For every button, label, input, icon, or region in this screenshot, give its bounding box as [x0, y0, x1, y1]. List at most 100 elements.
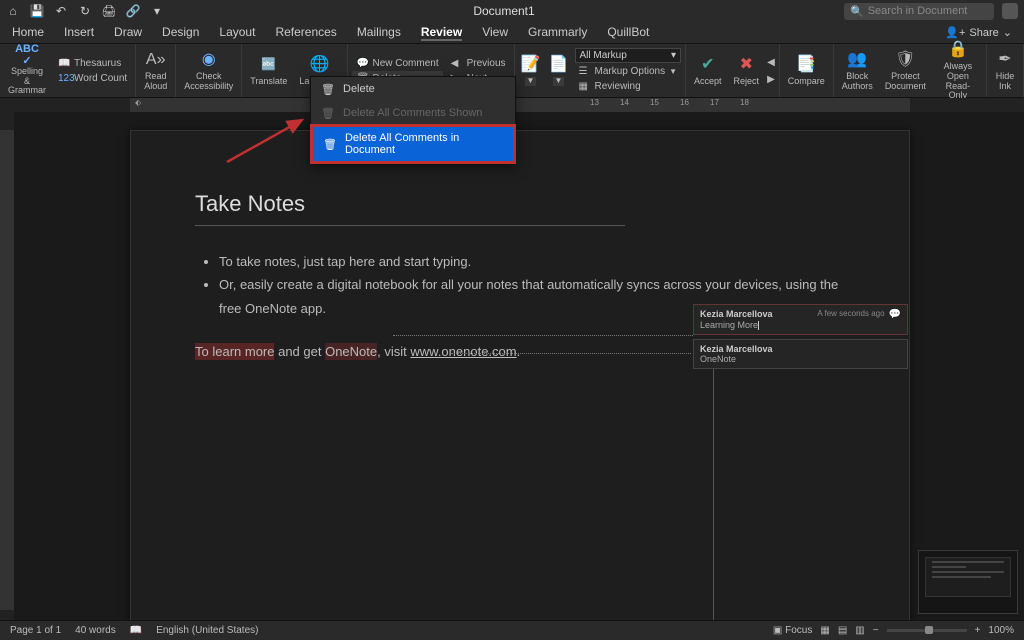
tab-review[interactable]: Review	[421, 25, 462, 41]
next-change-icon[interactable]: ▶	[767, 74, 775, 85]
comment-time: A few seconds ago	[817, 309, 884, 318]
reject-button[interactable]: ✖Reject	[730, 53, 764, 89]
previous-comment-button[interactable]: ◀Previous	[447, 56, 510, 70]
zoom-in-button[interactable]: +	[975, 625, 981, 636]
reject-icon: ✖	[736, 55, 756, 75]
read-aloud-button[interactable]: A»Read Aloud	[140, 48, 171, 94]
search-placeholder: Search in Document	[868, 5, 968, 17]
new-comment-icon: 💬	[356, 57, 368, 69]
vertical-ruler	[0, 112, 14, 620]
print-icon[interactable]: 🖨	[102, 4, 116, 18]
redo-icon[interactable]: ↻	[78, 4, 92, 18]
document-page[interactable]: Take Notes To take notes, just tap here …	[130, 130, 910, 620]
delete-all-in-document-menu-item[interactable]: 🗑 Delete All Comments in Document	[311, 125, 515, 163]
language-icon: 🌐	[309, 55, 329, 75]
hide-ink-button[interactable]: ✒Hide Ink	[991, 48, 1019, 94]
wordcount-icon: 123	[58, 72, 70, 84]
bullet-item: To take notes, just tap here and start t…	[219, 250, 845, 273]
translate-button[interactable]: 🔤Translate	[246, 53, 291, 89]
navigation-thumbnail[interactable]	[918, 550, 1018, 614]
translate-icon: 🔤	[259, 55, 279, 75]
delete-dropdown-menu: 🗑 Delete 🗑 Delete All Comments Shown 🗑 D…	[310, 76, 516, 164]
thesaurus-button[interactable]: 📖Thesaurus	[54, 56, 131, 70]
protect-icon: 🛡	[895, 50, 915, 70]
zoom-level[interactable]: 100%	[988, 625, 1014, 636]
tab-references[interactable]: References	[275, 25, 336, 41]
word-count-button[interactable]: 123Word Count	[54, 71, 131, 85]
tracking-icon: 📝	[521, 55, 541, 75]
view-web-icon[interactable]: ▤	[838, 625, 847, 636]
undo-icon[interactable]: ↶	[54, 4, 68, 18]
comment-boundary	[713, 345, 714, 620]
check-accessibility-button[interactable]: ◉Check Accessibility	[180, 48, 237, 94]
compare-button[interactable]: 📑Compare	[784, 53, 829, 89]
view-outline-icon[interactable]: ▥	[855, 625, 864, 636]
markup-options-button[interactable]: ☰Markup Options▼	[575, 64, 682, 78]
tab-insert[interactable]: Insert	[64, 25, 94, 41]
user-avatar-icon[interactable]	[1002, 3, 1018, 19]
home-icon[interactable]: ⌂	[6, 4, 20, 18]
hide-ink-icon: ✒	[995, 50, 1015, 70]
delete-all-shown-menu-item: 🗑 Delete All Comments Shown	[311, 101, 515, 125]
highlight-span: OneNote	[325, 343, 377, 360]
page-heading: Take Notes	[195, 191, 845, 217]
tab-view[interactable]: View	[482, 25, 508, 41]
reviewing-icon: ▦	[579, 80, 591, 92]
tab-grammarly[interactable]: Grammarly	[528, 25, 587, 41]
reply-icon[interactable]: 💬	[889, 309, 901, 320]
tracking-big-button[interactable]: 📝▼	[519, 53, 543, 88]
save-icon[interactable]: 💾	[30, 4, 44, 18]
page-indicator[interactable]: Page 1 of 1	[10, 625, 61, 636]
protect-document-button[interactable]: 🛡Protect Document	[881, 48, 930, 94]
spell-check-icon[interactable]: 📖	[130, 625, 142, 636]
comments-pane: 💬 A few seconds ago Kezia Marcellova Lea…	[693, 304, 908, 373]
zoom-slider[interactable]	[887, 629, 967, 632]
chevron-down-icon: ⌄	[1003, 26, 1012, 39]
accept-icon: ✔	[698, 55, 718, 75]
language-indicator[interactable]: English (United States)	[156, 625, 258, 636]
prev-change-icon[interactable]: ◀	[767, 57, 775, 68]
block-authors-button[interactable]: 👥Block Authors	[838, 48, 877, 94]
delete-menu-item[interactable]: 🗑 Delete	[311, 77, 515, 101]
tab-design[interactable]: Design	[162, 25, 199, 41]
search-input[interactable]: 🔍 Search in Document	[844, 3, 994, 20]
compare-icon: 📑	[796, 55, 816, 75]
search-icon: 🔍	[850, 5, 864, 18]
readonly-icon: 🔒	[948, 40, 968, 60]
tab-draw[interactable]: Draw	[114, 25, 142, 41]
delete-all-doc-icon: 🗑	[323, 137, 337, 151]
always-open-readonly-button[interactable]: 🔒Always Open Read-Only	[934, 38, 982, 104]
delete-icon: 🗑	[321, 82, 335, 96]
onenote-link[interactable]: www.onenote.com	[410, 344, 516, 359]
accessibility-icon: ◉	[199, 50, 219, 70]
view-print-icon[interactable]: ▦	[820, 625, 829, 636]
tab-quillbot[interactable]: QuillBot	[607, 25, 649, 41]
tab-mailings[interactable]: Mailings	[357, 25, 401, 41]
comment-balloon[interactable]: Kezia Marcellova OneNote	[693, 339, 908, 369]
chevron-down-icon: ▼	[525, 77, 537, 86]
share-qat-icon[interactable]: 🔗	[126, 4, 140, 18]
qat-more-icon[interactable]: ▾	[150, 4, 164, 18]
workspace: Take Notes To take notes, just tap here …	[0, 112, 1024, 620]
delete-all-icon: 🗑	[321, 106, 335, 120]
markup-mode-select[interactable]: All Markup	[575, 48, 682, 63]
document-title: Document1	[164, 4, 844, 18]
comment-connector	[451, 353, 691, 354]
block-authors-icon: 👥	[847, 50, 867, 70]
zoom-out-button[interactable]: −	[873, 625, 879, 636]
word-count-indicator[interactable]: 40 words	[75, 625, 116, 636]
chevron-down-icon: ▼	[669, 67, 677, 76]
tab-layout[interactable]: Layout	[219, 25, 255, 41]
spelling-grammar-button[interactable]: ABC✓ Spelling & Grammar	[4, 43, 50, 99]
show-markup-big-button[interactable]: 📄▼	[547, 53, 571, 88]
tab-home[interactable]: Home	[12, 25, 44, 41]
new-comment-button[interactable]: 💬New Comment	[352, 56, 442, 70]
accept-button[interactable]: ✔Accept	[690, 53, 726, 89]
comment-balloon[interactable]: 💬 A few seconds ago Kezia Marcellova Lea…	[693, 304, 908, 335]
thesaurus-icon: 📖	[58, 57, 70, 69]
focus-mode-button[interactable]: ▣ Focus	[773, 625, 812, 636]
reviewing-pane-button[interactable]: ▦Reviewing	[575, 79, 682, 93]
share-label: Share	[969, 27, 998, 39]
show-markup-icon: 📄	[549, 55, 569, 75]
markup-options-icon: ☰	[579, 65, 591, 77]
